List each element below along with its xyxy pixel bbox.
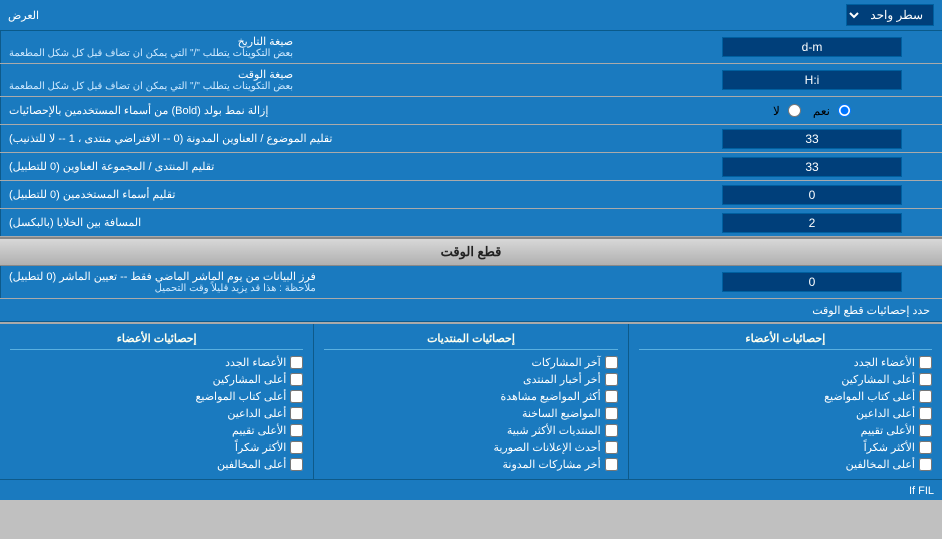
list-item: آخر المشاركات xyxy=(324,354,617,371)
checkbox-col-3: إحصائيات الأعضاء الأعضاء الجدد أعلى المش… xyxy=(628,324,942,479)
list-item: الأعضاء الجدد xyxy=(639,354,932,371)
checkbox-c1-6[interactable] xyxy=(290,458,303,471)
topic-order-input-cell: 33 xyxy=(682,125,942,152)
list-item: الأعضاء الجدد xyxy=(10,354,303,371)
cell-spacing-input[interactable]: 2 xyxy=(722,213,902,233)
col1-header: إحصائيات الأعضاء xyxy=(10,330,303,350)
list-item: أكثر المواضيع مشاهدة xyxy=(324,388,617,405)
checkbox-c2-1[interactable] xyxy=(605,373,618,386)
checkbox-c2-2[interactable] xyxy=(605,390,618,403)
bold-yes-label[interactable]: نعم xyxy=(813,104,851,118)
checkbox-c1-5[interactable] xyxy=(290,441,303,454)
checkbox-c3-6[interactable] xyxy=(919,458,932,471)
time-data-label: فرز البيانات من يوم الماشر الماضي فقط --… xyxy=(0,266,682,298)
list-item: أخر مشاركات المدونة xyxy=(324,456,617,473)
username-trim-row: 0 تقليم أسماء المستخدمين (0 للتطبيل) xyxy=(0,181,942,209)
checkbox-c1-3[interactable] xyxy=(290,407,303,420)
date-format-input[interactable]: d-m xyxy=(722,37,902,57)
list-item: أعلى المخالفين xyxy=(639,456,932,473)
col3-header: إحصائيات الأعضاء xyxy=(639,330,932,350)
list-item: المنتديات الأكثر شبية xyxy=(324,422,617,439)
list-item: أخر أخبار المنتدى xyxy=(324,371,617,388)
checkbox-c3-1[interactable] xyxy=(919,373,932,386)
checkbox-c3-4[interactable] xyxy=(919,424,932,437)
cell-spacing-label: المسافة بين الخلايا (بالبكسل) xyxy=(0,209,682,236)
stats-label-row: حدد إحصائيات قطع الوقت xyxy=(0,299,942,322)
forum-order-input-cell: 33 xyxy=(682,153,942,180)
checkbox-c2-4[interactable] xyxy=(605,424,618,437)
display-select[interactable]: سطر واحد سطران ثلاثة أسطر xyxy=(846,4,934,26)
checkbox-section: إحصائيات الأعضاء الأعضاء الجدد أعلى المش… xyxy=(0,322,942,479)
bold-remove-label: إزالة نمط بولد (Bold) من أسماء المستخدمي… xyxy=(0,97,682,124)
time-data-input-cell: 0 xyxy=(682,266,942,298)
cell-spacing-input-cell: 2 xyxy=(682,209,942,236)
cell-spacing-row: 2 المسافة بين الخلايا (بالبكسل) xyxy=(0,209,942,237)
list-item: أحدث الإعلانات الصورية xyxy=(324,439,617,456)
forum-order-label: تقليم المنتدى / المجموعة العناوين (0 للت… xyxy=(0,153,682,180)
list-item: الأكثر شكراً xyxy=(639,439,932,456)
list-item: أعلى الداعين xyxy=(10,405,303,422)
list-item: الأكثر شكراً xyxy=(10,439,303,456)
time-data-input[interactable]: 0 xyxy=(722,272,902,292)
stats-label: حدد إحصائيات قطع الوقت xyxy=(812,305,930,317)
time-format-row: H:i صيغة الوقت بعض التكوينات يتطلب "/" ا… xyxy=(0,64,942,97)
list-item: أعلى المشاركين xyxy=(639,371,932,388)
checkbox-c2-0[interactable] xyxy=(605,356,618,369)
list-item: الأعلى تقييم xyxy=(10,422,303,439)
forum-order-row: 33 تقليم المنتدى / المجموعة العناوين (0 … xyxy=(0,153,942,181)
time-format-label: صيغة الوقت بعض التكوينات يتطلب "/" التي … xyxy=(0,64,682,96)
list-item: المواضيع الساخنة xyxy=(324,405,617,422)
checkbox-c2-6[interactable] xyxy=(605,458,618,471)
list-item: أعلى المخالفين xyxy=(10,456,303,473)
checkbox-c3-3[interactable] xyxy=(919,407,932,420)
footer-text: If FIL xyxy=(909,485,934,497)
topic-order-label: تقليم الموضوع / العناوين المدونة (0 -- ا… xyxy=(0,125,682,152)
display-label: العرض xyxy=(8,9,39,22)
top-section: سطر واحد سطران ثلاثة أسطر العرض xyxy=(0,0,942,31)
footer: If FIL xyxy=(0,479,942,500)
list-item: أعلى الداعين xyxy=(639,405,932,422)
time-section-header: قطع الوقت xyxy=(0,237,942,266)
list-item: الأعلى تقييم xyxy=(639,422,932,439)
username-trim-input[interactable]: 0 xyxy=(722,185,902,205)
date-format-input-cell: d-m xyxy=(682,31,942,63)
checkbox-c3-2[interactable] xyxy=(919,390,932,403)
list-item: أعلى كتاب المواضيع xyxy=(639,388,932,405)
forum-order-input[interactable]: 33 xyxy=(722,157,902,177)
checkbox-c1-1[interactable] xyxy=(290,373,303,386)
username-trim-input-cell: 0 xyxy=(682,181,942,208)
topic-order-input[interactable]: 33 xyxy=(722,129,902,149)
checkbox-c1-0[interactable] xyxy=(290,356,303,369)
checkbox-c3-0[interactable] xyxy=(919,356,932,369)
col2-header: إحصائيات المنتديات xyxy=(324,330,617,350)
date-format-row: d-m صيغة التاريخ بعض التكوينات يتطلب "/"… xyxy=(0,31,942,64)
bold-yes-radio[interactable] xyxy=(838,104,851,117)
topic-order-row: 33 تقليم الموضوع / العناوين المدونة (0 -… xyxy=(0,125,942,153)
username-trim-label: تقليم أسماء المستخدمين (0 للتطبيل) xyxy=(0,181,682,208)
checkbox-c2-5[interactable] xyxy=(605,441,618,454)
bold-remove-row: نعم لا إزالة نمط بولد (Bold) من أسماء ال… xyxy=(0,97,942,125)
checkbox-c3-5[interactable] xyxy=(919,441,932,454)
date-format-label: صيغة التاريخ بعض التكوينات يتطلب "/" الت… xyxy=(0,31,682,63)
bold-no-radio[interactable] xyxy=(788,104,801,117)
checkbox-c2-3[interactable] xyxy=(605,407,618,420)
bold-radio-cell: نعم لا xyxy=(682,97,942,124)
checkbox-col-2: إحصائيات المنتديات آخر المشاركات أخر أخب… xyxy=(313,324,627,479)
time-data-row: 0 فرز البيانات من يوم الماشر الماضي فقط … xyxy=(0,266,942,299)
time-format-input[interactable]: H:i xyxy=(722,70,902,90)
checkbox-col-1: إحصائيات الأعضاء الأعضاء الجدد أعلى المش… xyxy=(0,324,313,479)
time-format-input-cell: H:i xyxy=(682,64,942,96)
bold-no-label[interactable]: لا xyxy=(773,104,801,118)
checkbox-c1-2[interactable] xyxy=(290,390,303,403)
list-item: أعلى المشاركين xyxy=(10,371,303,388)
list-item: أعلى كتاب المواضيع xyxy=(10,388,303,405)
checkbox-c1-4[interactable] xyxy=(290,424,303,437)
